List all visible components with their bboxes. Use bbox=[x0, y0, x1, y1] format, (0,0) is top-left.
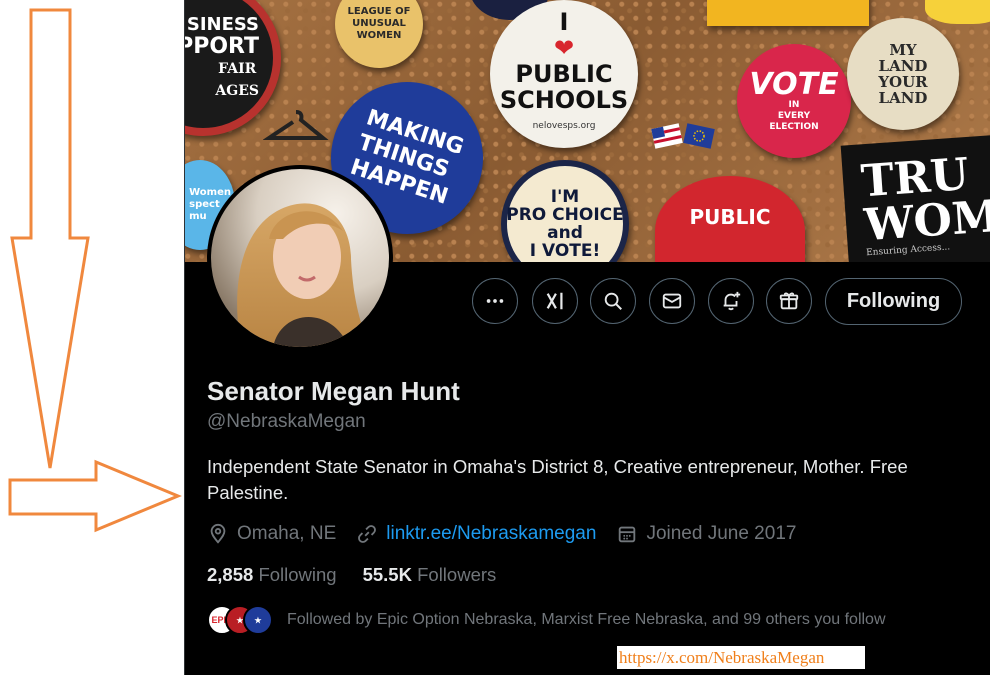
calendar-icon bbox=[619, 526, 636, 543]
league-of-unusual-women-pin: LEAGUE OF UNUSUAL WOMEN bbox=[335, 0, 423, 68]
yellow-pin bbox=[925, 0, 990, 24]
gift-icon bbox=[779, 292, 799, 310]
following-button[interactable]: Following bbox=[825, 278, 962, 325]
i-love-public-schools-pin: I ❤ PUBLIC SCHOOLS nelovesps.org bbox=[490, 0, 638, 148]
profile-bio: Independent State Senator in Omaha's Dis… bbox=[207, 456, 908, 503]
search-profile-button[interactable] bbox=[590, 278, 636, 324]
down-arrow bbox=[10, 8, 90, 469]
search-icon bbox=[604, 292, 622, 310]
more-icon bbox=[486, 299, 504, 303]
following-stat[interactable]: 2,858 Following bbox=[207, 564, 337, 586]
grok-icon bbox=[546, 292, 563, 310]
my-land-your-land-pin: MY LAND YOUR LAND bbox=[847, 18, 959, 130]
link-icon bbox=[358, 525, 377, 543]
follower-avatar: ★ bbox=[243, 605, 273, 635]
message-icon bbox=[662, 293, 682, 309]
flags-pin bbox=[651, 123, 715, 149]
more-button[interactable] bbox=[472, 278, 518, 324]
yellow-sticker bbox=[707, 0, 869, 26]
location-icon bbox=[210, 523, 226, 544]
annotation-arrows bbox=[8, 8, 182, 533]
display-name: Senator Megan Hunt bbox=[207, 376, 460, 406]
profile-panel: SINESS PPORT FAIR AGES LEAGUE OF UNUSUAL… bbox=[184, 0, 990, 675]
public-schools-pin: PUBLIC bbox=[655, 176, 805, 262]
follow-stats: 2,858 Following 55.5K Followers bbox=[207, 564, 522, 586]
vote-in-every-election-pin: VOTE IN EVERY ELECTION bbox=[737, 44, 851, 158]
profile-avatar[interactable] bbox=[207, 165, 393, 351]
true-women-sign: TRU WOM Ensuring Access... bbox=[840, 134, 990, 262]
right-arrow bbox=[8, 459, 182, 533]
notification-add-icon bbox=[723, 291, 741, 311]
joined-text: Joined June 2017 bbox=[646, 523, 797, 544]
followed-by-text: Followed by Epic Option Nebraska, Marxis… bbox=[287, 611, 886, 628]
link-item: linktr.ee/Nebraskamegan bbox=[356, 523, 596, 545]
followed-by-avatars: EPIC ★ ★ bbox=[207, 603, 273, 637]
subscribe-button[interactable] bbox=[766, 278, 812, 324]
profile-handle: @NebraskaMegan bbox=[207, 411, 366, 432]
heart-icon: ❤ bbox=[553, 34, 575, 62]
hanger-pin bbox=[263, 110, 329, 140]
avatar-photo bbox=[211, 169, 389, 347]
notifications-button[interactable] bbox=[708, 278, 754, 324]
followed-by[interactable]: EPIC ★ ★ Followed by Epic Option Nebrask… bbox=[207, 603, 886, 637]
url-caption: https://x.com/NebraskaMegan bbox=[617, 646, 865, 669]
profile-link[interactable]: linktr.ee/Nebraskamegan bbox=[386, 523, 596, 545]
message-button[interactable] bbox=[649, 278, 695, 324]
profile-meta: Omaha, NE linktr.ee/Nebraskamegan Joined… bbox=[207, 521, 816, 547]
location-text: Omaha, NE bbox=[237, 523, 337, 544]
followers-stat[interactable]: 55.5K Followers bbox=[363, 564, 497, 586]
location-item: Omaha, NE bbox=[207, 523, 336, 545]
joined-item: Joined June 2017 bbox=[616, 523, 796, 545]
grok-button[interactable] bbox=[532, 278, 578, 324]
pro-choice-pin: I'M PRO CHOICE and I VOTE! bbox=[501, 160, 629, 262]
